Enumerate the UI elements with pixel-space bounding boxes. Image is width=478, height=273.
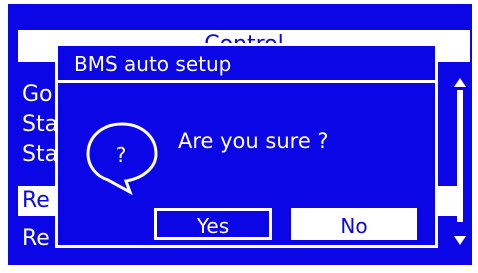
menu-scrollbar[interactable] [454, 78, 466, 248]
scroll-down-arrow-icon[interactable] [454, 236, 466, 245]
yes-button[interactable]: Yes [154, 208, 272, 240]
question-speech-bubble-icon: ? [86, 122, 158, 196]
scrollbar-track[interactable] [457, 90, 463, 222]
dialog-title: BMS auto setup [58, 46, 435, 83]
confirm-dialog: BMS auto setup ? Are you sure ? Yes No [55, 43, 438, 248]
scroll-up-arrow-icon[interactable] [454, 78, 466, 87]
question-mark-glyph: ? [116, 143, 127, 167]
no-button[interactable]: No [291, 208, 417, 240]
device-bezel: Control Go Sta Sta Re Re BMS auto setup … [0, 0, 478, 273]
lcd-screen: Control Go Sta Sta Re Re BMS auto setup … [8, 4, 472, 265]
dialog-message: Are you sure ? [178, 129, 329, 153]
